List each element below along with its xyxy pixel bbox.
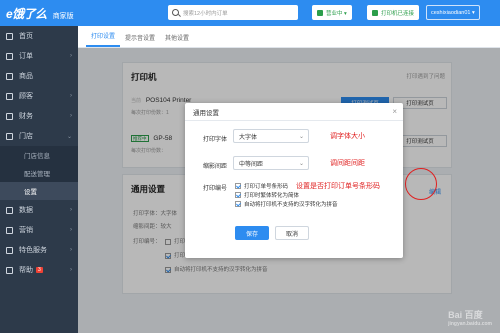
- business-status-button[interactable]: 营业中 ▾: [312, 5, 352, 20]
- sidebar-item-goods[interactable]: 商品: [0, 66, 78, 86]
- font-label: 打印字体: [203, 137, 228, 143]
- dialog-option-pinyin: 自动将打印机不支持的汉字转化为拼音: [235, 200, 338, 208]
- chevron-down-icon: ⌄: [298, 134, 304, 140]
- checkbox[interactable]: [235, 201, 241, 207]
- font-select-value: 大字体: [239, 134, 258, 141]
- checkbox[interactable]: [235, 183, 241, 189]
- sidebar-item-finance[interactable]: 财务 ›: [0, 106, 78, 126]
- save-button[interactable]: 保存: [235, 226, 269, 240]
- chevron-right-icon: ›: [70, 267, 72, 273]
- finance-icon: [6, 112, 13, 120]
- option-label: 打印时繁体转化为简体: [244, 193, 300, 199]
- sidebar-item-label: 营销: [19, 227, 33, 234]
- search-icon: [172, 9, 179, 16]
- baidu-watermark: Bai 百度 jingyan.baidu.com: [448, 308, 492, 327]
- cancel-button[interactable]: 取消: [275, 226, 309, 240]
- data-icon: [6, 206, 13, 214]
- chevron-right-icon: ›: [70, 247, 72, 253]
- sidebar-item-label: 商品: [19, 73, 33, 80]
- home-icon: [6, 32, 13, 40]
- customer-icon: [6, 92, 13, 100]
- notification-badge: 3: [36, 267, 43, 273]
- store-icon: [317, 9, 323, 16]
- top-bar: e饿了么 商家版 搜索12小时内订单 营业中 ▾ 打印机已连接 ceshixia…: [0, 0, 500, 26]
- dialog-option-barcode: 打印订单号条形码: [235, 182, 288, 190]
- sidebar-item-label: 特色服务: [19, 247, 47, 254]
- sidebar-item-label: 顾客: [19, 93, 33, 100]
- sidebar-item-store[interactable]: 门店 ⌄: [0, 126, 78, 146]
- chevron-right-icon: ›: [70, 93, 72, 99]
- chevron-down-icon: ⌄: [66, 133, 72, 140]
- user-menu[interactable]: ceshixiaodian01 ▾: [426, 5, 480, 20]
- font-select[interactable]: 大字体 ⌄: [233, 129, 309, 143]
- sidebar-item-marketing[interactable]: 营销 ›: [0, 220, 78, 240]
- chevron-down-icon: ⌄: [298, 161, 304, 167]
- watermark-text: Bai 百度: [448, 310, 483, 320]
- sidebar-item-home[interactable]: 首页: [0, 26, 78, 46]
- search-placeholder: 搜索12小时内订单: [183, 10, 228, 17]
- annotation-barcode: 设置是否打印订单号条形码: [296, 183, 380, 190]
- tab-sound-settings[interactable]: 提示音设置: [120, 33, 160, 47]
- sidebar-item-services[interactable]: 特色服务 ›: [0, 240, 78, 260]
- option-label: 自动将打印机不支持的汉字转化为拼音: [244, 202, 338, 208]
- sidebar: 首页 订单 › 商品 顾客 › 财务 › 门店 ⌄ 门店信息 配送管理 设置 数据 › 营…: [0, 26, 78, 333]
- sidebar-item-customers[interactable]: 顾客 ›: [0, 86, 78, 106]
- sidebar-item-label: 数据: [19, 207, 33, 214]
- printer-status-button[interactable]: 打印机已连接: [367, 5, 420, 20]
- service-icon: [6, 246, 13, 254]
- tab-print-settings[interactable]: 打印设置: [86, 31, 121, 47]
- tab-other-settings[interactable]: 其他设置: [160, 33, 194, 47]
- chevron-right-icon: ›: [70, 113, 72, 119]
- printer-status-label: 打印机已连接: [381, 10, 415, 17]
- dialog-header: 通用设置 ×: [185, 103, 403, 121]
- extra-label: 打印编号: [203, 186, 228, 192]
- sidebar-item-label: 订单: [19, 53, 33, 60]
- printer-icon: [372, 9, 378, 16]
- sidebar-item-label: 门店: [19, 133, 33, 140]
- logo[interactable]: e饿了么 商家版: [0, 5, 78, 22]
- settings-tabs: 打印设置 提示音设置 其他设置: [78, 26, 500, 48]
- business-status-label: 营业中 ▾: [326, 10, 347, 17]
- store-icon: [6, 132, 13, 140]
- spacing-label: 缩影间距: [203, 164, 228, 170]
- help-icon: [6, 266, 13, 274]
- goods-icon: [6, 72, 13, 80]
- sidebar-sub-settings[interactable]: 设置: [0, 182, 78, 200]
- watermark-sub: jingyan.baidu.com: [448, 321, 492, 327]
- spacing-select-value: 中等间距: [239, 161, 264, 168]
- order-icon: [6, 52, 13, 60]
- annotation-font-size: 调字体大小: [330, 133, 365, 140]
- sidebar-item-label: 首页: [19, 33, 33, 40]
- brand-name: e饿了么: [6, 6, 47, 21]
- annotation-spacing: 调间距间距: [330, 160, 365, 167]
- sidebar-item-help[interactable]: 帮助 3 ›: [0, 260, 78, 280]
- chevron-right-icon: ›: [70, 207, 72, 213]
- marketing-icon: [6, 226, 13, 234]
- sidebar-item-label: 帮助: [19, 267, 33, 274]
- edition-label: 商家版: [52, 12, 74, 20]
- dialog-option-simplified: 打印时繁体转化为简体: [235, 191, 299, 199]
- chevron-right-icon: ›: [70, 227, 72, 233]
- option-label: 打印订单号条形码: [244, 184, 289, 190]
- sidebar-item-orders[interactable]: 订单 ›: [0, 46, 78, 66]
- checkbox[interactable]: [235, 192, 241, 198]
- spacing-select[interactable]: 中等间距 ⌄: [233, 156, 309, 170]
- dialog-title: 通用设置: [193, 109, 219, 117]
- close-icon[interactable]: ×: [392, 107, 397, 116]
- chevron-right-icon: ›: [70, 53, 72, 59]
- annotation-circle: [405, 168, 437, 200]
- user-name: ceshixiaodian01 ▾: [431, 9, 475, 16]
- order-search-input[interactable]: 搜索12小时内订单: [168, 5, 298, 20]
- sidebar-item-label: 财务: [19, 113, 33, 120]
- sidebar-item-data[interactable]: 数据 ›: [0, 200, 78, 220]
- sidebar-sub-delivery[interactable]: 配送管理: [0, 164, 78, 182]
- sidebar-sub-store-info[interactable]: 门店信息: [0, 146, 78, 164]
